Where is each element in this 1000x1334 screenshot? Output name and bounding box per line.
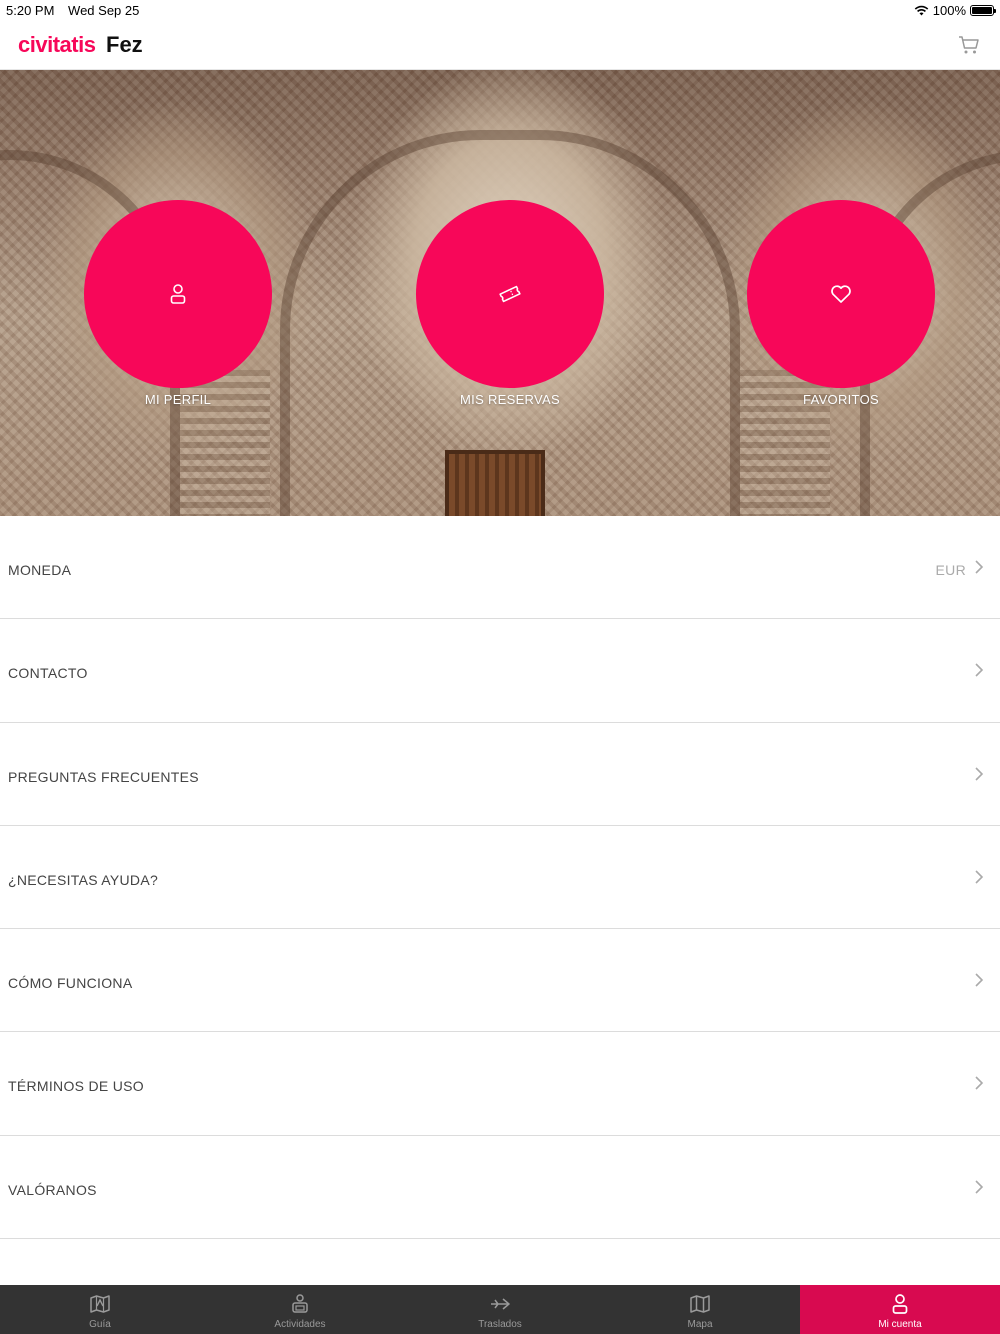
tab-label: Actividades <box>274 1319 326 1330</box>
favorites-button[interactable] <box>747 200 935 388</box>
tab-my-account[interactable]: Mi cuenta <box>800 1285 1000 1334</box>
app-header: civitatis Fez <box>0 20 1000 70</box>
chevron-right-icon <box>975 1180 984 1194</box>
chevron-right-icon <box>975 870 984 884</box>
menu-item-label: CÓMO FUNCIONA <box>8 975 133 992</box>
battery-percent: 100% <box>932 3 966 18</box>
hero-banner: MI PERFIL MIS RESERVAS FAVORITOS <box>0 70 1000 516</box>
ticket-icon <box>499 285 521 303</box>
menu-item-label: TÉRMINOS DE USO <box>8 1078 144 1095</box>
account-menu: MONEDA EUR CONTACTO PREGUNTAS FRECUENTES… <box>0 516 1000 1240</box>
currency-value: EUR <box>935 562 966 578</box>
menu-item-label: CONTACTO <box>8 665 88 682</box>
bottom-tab-bar: Guía Actividades Traslados Mapa Mi cuent… <box>0 1285 1000 1334</box>
tab-label: Mi cuenta <box>878 1319 922 1330</box>
favorites-label: FAVORITOS <box>803 392 879 407</box>
menu-item-label: ¿NECESITAS AYUDA? <box>8 871 159 888</box>
menu-item-label: VALÓRANOS <box>8 1181 97 1198</box>
status-bar: 5:20 PM Wed Sep 25 100% <box>0 0 1000 20</box>
wifi-icon <box>914 5 929 16</box>
menu-item-how-it-works[interactable]: CÓMO FUNCIONA <box>0 929 1000 1033</box>
tab-guide[interactable]: Guía <box>0 1285 200 1334</box>
tab-label: Traslados <box>478 1319 522 1330</box>
chevron-right-icon <box>975 973 984 987</box>
heart-icon <box>831 285 851 303</box>
menu-item-label: PREGUNTAS FRECUENTES <box>8 768 199 785</box>
transfer-plane-icon <box>491 1298 510 1310</box>
my-bookings-label: MIS RESERVAS <box>460 392 560 407</box>
menu-item-terms[interactable]: TÉRMINOS DE USO <box>0 1032 1000 1136</box>
menu-item-help[interactable]: ¿NECESITAS AYUDA? <box>0 826 1000 930</box>
tab-activities[interactable]: Actividades <box>200 1285 400 1334</box>
menu-item-currency[interactable]: MONEDA EUR <box>0 516 1000 620</box>
my-bookings-button[interactable] <box>416 200 604 388</box>
tab-transfers[interactable]: Traslados <box>400 1285 600 1334</box>
chevron-right-icon <box>975 767 984 781</box>
door-decoration <box>445 450 545 516</box>
map-icon <box>690 1295 710 1313</box>
chevron-right-icon <box>975 663 984 677</box>
tab-label: Mapa <box>687 1319 713 1330</box>
menu-item-contact[interactable]: CONTACTO <box>0 619 1000 723</box>
city-title: Fez <box>106 32 143 57</box>
menu-item-label: MONEDA <box>8 562 72 578</box>
activities-icon <box>292 1294 308 1313</box>
battery-icon <box>970 5 996 16</box>
map-guide-icon <box>90 1295 110 1313</box>
chevron-right-icon <box>975 1076 984 1091</box>
tab-label: Guía <box>89 1319 111 1330</box>
civitatis-logo[interactable]: civitatis <box>18 32 96 58</box>
status-time: 5:20 PM <box>6 3 55 18</box>
account-icon <box>892 1294 908 1314</box>
user-icon <box>170 284 186 304</box>
menu-item-faq[interactable]: PREGUNTAS FRECUENTES <box>0 723 1000 826</box>
tab-map[interactable]: Mapa <box>600 1285 800 1334</box>
menu-item-rate-us[interactable]: VALÓRANOS <box>0 1136 1000 1240</box>
my-profile-button[interactable] <box>84 200 272 388</box>
cart-icon[interactable] <box>958 35 980 55</box>
chevron-right-icon <box>975 560 984 574</box>
my-profile-label: MI PERFIL <box>144 392 212 407</box>
status-date: Wed Sep 25 <box>68 3 140 18</box>
